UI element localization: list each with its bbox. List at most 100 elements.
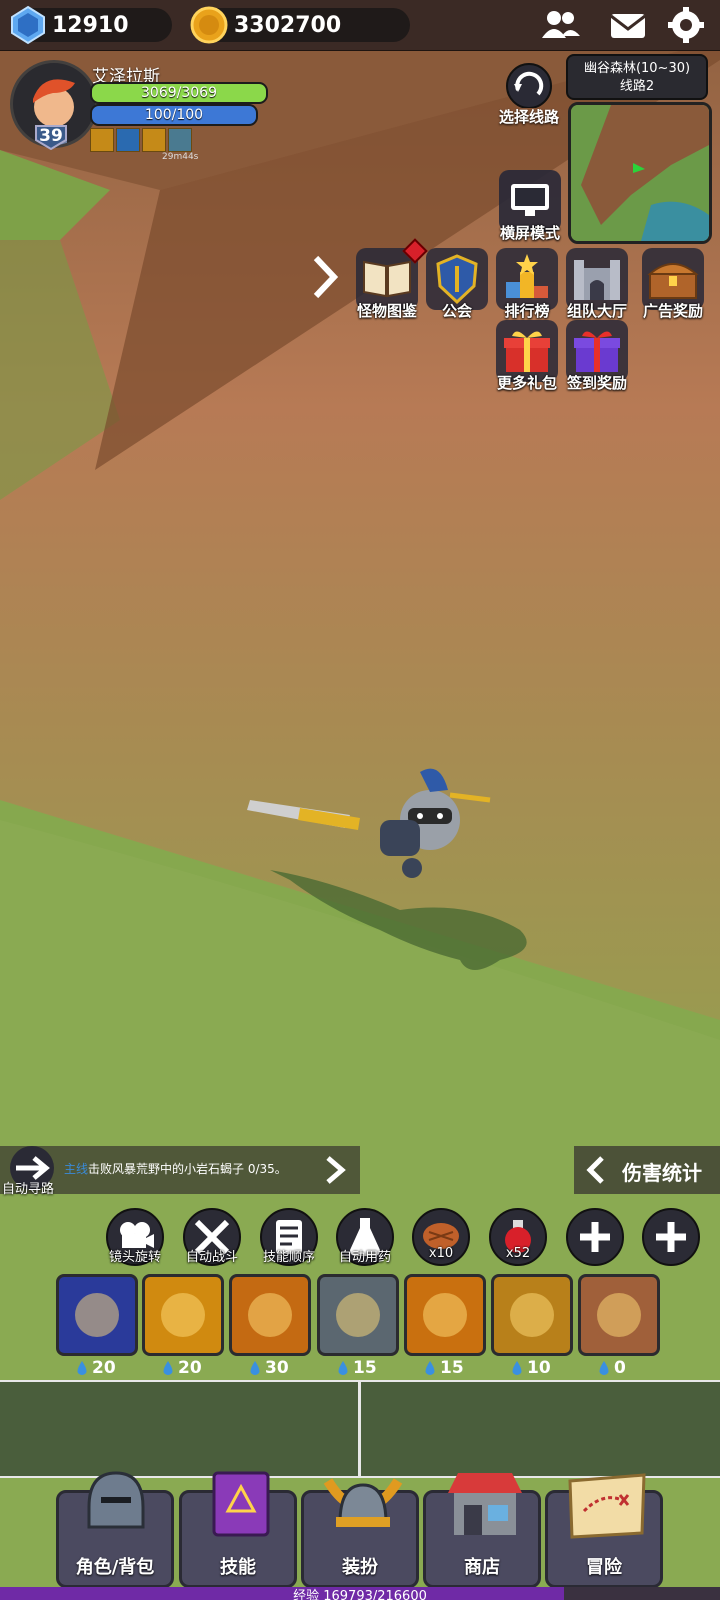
nav-shop[interactable]: 商店 xyxy=(423,1473,541,1588)
buff-list xyxy=(90,128,192,152)
hp-potion-count: x52 xyxy=(505,1246,531,1261)
auto-path-button[interactable]: 自动寻路 xyxy=(2,1146,64,1197)
skill-mana-cost: 10 xyxy=(511,1358,551,1378)
select-route-button[interactable]: 选择线路 xyxy=(488,58,570,127)
skill-art-icon xyxy=(423,1293,467,1337)
skill-cost-value: 15 xyxy=(440,1358,464,1378)
chevron-right-icon[interactable] xyxy=(322,1154,348,1186)
nav-skills[interactable]: 技能 xyxy=(179,1471,297,1588)
leaderboard-label: 排行榜 xyxy=(504,302,550,320)
add-slot-button[interactable] xyxy=(566,1208,624,1266)
shop-icon xyxy=(448,1473,522,1535)
xp-bar: 经验 169793/216600 xyxy=(0,1587,720,1604)
helmet-icon xyxy=(87,1471,145,1529)
xp-text: 经验 169793/216600 xyxy=(293,1589,427,1604)
checkin-reward-button[interactable]: 签到奖励 xyxy=(564,320,630,393)
quest-prefix: 主线 xyxy=(64,1162,89,1176)
skill-golden-aura-button[interactable] xyxy=(491,1274,573,1356)
nav-skills-label: 技能 xyxy=(220,1557,256,1578)
skill-iron-guard-button[interactable] xyxy=(317,1274,399,1356)
nav-shop-label: 商店 xyxy=(464,1557,500,1578)
skill-charge-button[interactable] xyxy=(578,1274,660,1356)
nav-character-bag[interactable]: 角色/背包 xyxy=(56,1471,174,1588)
landscape-mode-button[interactable]: 横屏模式 xyxy=(494,170,566,243)
nav-appearance-label: 装扮 xyxy=(342,1557,378,1578)
ad-reward-button[interactable]: 广告奖励 xyxy=(638,248,708,321)
skill-mana-cost: 0 xyxy=(598,1358,626,1378)
leaderboard-button[interactable]: 排行榜 xyxy=(494,248,560,321)
more-packs-label: 更多礼包 xyxy=(496,374,557,392)
gem-count: 12910 xyxy=(52,12,129,38)
team-lobby-button[interactable]: 组队大厅 xyxy=(564,248,630,321)
top-bar: 12910 3302700 xyxy=(0,0,720,51)
skill-cost-value: 20 xyxy=(92,1358,116,1378)
monster-codex-label: 怪物图鉴 xyxy=(356,302,417,320)
skill-mana-cost: 30 xyxy=(249,1358,289,1378)
select-route-label: 选择线路 xyxy=(498,108,559,126)
ad-reward-label: 广告奖励 xyxy=(642,302,703,320)
spellbook-icon xyxy=(212,1471,270,1537)
mana-drop-icon xyxy=(163,1361,173,1375)
skill-cost-value: 15 xyxy=(353,1358,377,1378)
skill-art-icon xyxy=(248,1293,292,1337)
refresh-route-icon xyxy=(506,63,552,109)
skill-holy-strike-button[interactable] xyxy=(142,1274,224,1356)
mana-drop-icon xyxy=(250,1361,260,1375)
plus-icon xyxy=(656,1222,686,1252)
buff-icon[interactable] xyxy=(116,128,140,152)
guild-button[interactable]: 公会 xyxy=(424,248,490,321)
skill-bar-panel xyxy=(0,1380,720,1478)
coin-counter[interactable]: 3302700 xyxy=(190,6,410,44)
skill-mana-cost: 15 xyxy=(424,1358,464,1378)
quest-text: 主线击败风暴荒野中的小岩石蝎子 0/35。 xyxy=(64,1160,287,1177)
quest-description: 击败风暴荒野中的小岩石蝎子 0/35。 xyxy=(88,1162,287,1176)
nav-adventure-label: 冒险 xyxy=(586,1557,622,1578)
mail-icon[interactable] xyxy=(608,6,648,44)
more-packs-button[interactable]: 更多礼包 xyxy=(494,320,560,393)
mana-drop-icon xyxy=(338,1361,348,1375)
viking-helmet-icon xyxy=(323,1478,403,1527)
treasure-map-icon xyxy=(568,1473,646,1539)
chevron-right-icon[interactable] xyxy=(310,252,340,302)
mana-drop-icon xyxy=(425,1361,435,1375)
skill-cost-value: 10 xyxy=(527,1358,551,1378)
minimap-terrain xyxy=(571,105,709,241)
buff-timer: 29m44s xyxy=(162,152,199,162)
skill-cost-value: 20 xyxy=(178,1358,202,1378)
skill-mana-cost: 20 xyxy=(76,1358,116,1378)
gem-counter[interactable]: 12910 xyxy=(11,5,172,45)
friends-icon[interactable] xyxy=(540,6,580,44)
settings-icon[interactable] xyxy=(666,6,706,44)
landscape-mode-label: 横屏模式 xyxy=(499,224,560,242)
mana-drop-icon xyxy=(512,1361,522,1375)
zone-line: 线路2 xyxy=(619,79,655,94)
skill-art-icon xyxy=(336,1293,380,1337)
plus-icon xyxy=(580,1222,610,1252)
buff-icon[interactable] xyxy=(142,128,166,152)
chevron-left-icon xyxy=(586,1156,604,1184)
mana-drop-icon xyxy=(599,1361,609,1375)
minimap[interactable] xyxy=(568,102,712,244)
guild-label: 公会 xyxy=(441,302,472,320)
panel-divider xyxy=(358,1382,361,1476)
damage-stats-button[interactable]: 伤害统计 xyxy=(574,1146,720,1194)
buff-icon[interactable] xyxy=(168,128,192,152)
monster-codex-button[interactable]: 怪物图鉴 xyxy=(354,238,428,321)
mana-drop-icon xyxy=(77,1361,87,1375)
skill-cost-value: 30 xyxy=(265,1358,289,1378)
buff-icon[interactable] xyxy=(90,128,114,152)
team-lobby-label: 组队大厅 xyxy=(566,302,627,320)
nav-adventure[interactable]: 冒险 xyxy=(545,1473,663,1588)
skill-mana-cost: 20 xyxy=(162,1358,202,1378)
nav-character-bag-label: 角色/背包 xyxy=(75,1557,155,1578)
gem-icon xyxy=(11,5,45,45)
nav-appearance[interactable]: 装扮 xyxy=(301,1478,419,1588)
skill-cost-value: 0 xyxy=(614,1358,626,1378)
skill-art-icon xyxy=(161,1293,205,1337)
zone-name: 幽谷森林(10~30) xyxy=(583,61,691,76)
checkin-reward-label: 签到奖励 xyxy=(566,374,627,392)
skill-flame-fist-button[interactable] xyxy=(229,1274,311,1356)
add-slot-button[interactable] xyxy=(642,1208,700,1266)
skill-whirlwind-button[interactable] xyxy=(404,1274,486,1356)
skill-sword-slash-button[interactable] xyxy=(56,1274,138,1356)
